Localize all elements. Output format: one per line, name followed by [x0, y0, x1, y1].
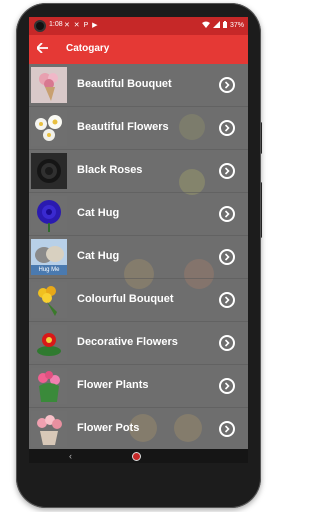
- hug-me-caption: Hug Me: [31, 265, 67, 275]
- category-row[interactable]: Beautiful Flowers: [29, 107, 248, 150]
- category-label: Beautiful Bouquet: [77, 78, 172, 90]
- chevron-right-icon[interactable]: [219, 335, 235, 351]
- category-row[interactable]: Beautiful Bouquet: [29, 64, 248, 107]
- chevron-right-icon[interactable]: [219, 421, 235, 437]
- signal-icon: [212, 21, 220, 30]
- battery-percent: 37%: [229, 22, 244, 29]
- system-nav-bar: ‹: [29, 449, 248, 463]
- back-arrow-icon[interactable]: [35, 39, 48, 59]
- chevron-right-icon[interactable]: [219, 120, 235, 136]
- category-label: Cat Hug: [77, 250, 120, 262]
- pink-bouquet-icon: [31, 67, 67, 103]
- red-flowers-icon: [31, 325, 67, 361]
- black-rose-icon: [31, 153, 67, 189]
- category-label: Flower Pots: [77, 422, 140, 434]
- category-row[interactable]: Colourful Bouquet: [29, 279, 248, 322]
- front-camera: [34, 20, 46, 32]
- category-label: Decorative Flowers: [77, 336, 178, 348]
- chevron-right-icon[interactable]: [219, 163, 235, 179]
- notification-icons: ✕ ✕ P ▶: [64, 22, 99, 29]
- chevron-right-icon[interactable]: [219, 206, 235, 222]
- wifi-icon: [201, 21, 210, 30]
- battery-icon: [222, 21, 227, 30]
- category-row[interactable]: Black Roses: [29, 150, 248, 193]
- nav-back-icon[interactable]: ‹: [69, 449, 72, 463]
- category-row[interactable]: Cat Hug: [29, 193, 248, 236]
- chevron-right-icon[interactable]: [219, 249, 235, 265]
- category-label: Black Roses: [77, 164, 143, 176]
- flower-plant-icon: [31, 368, 67, 404]
- page-title: Catogary: [66, 43, 110, 54]
- blue-rose-icon: [31, 196, 67, 232]
- chevron-right-icon[interactable]: [219, 77, 235, 93]
- flower-pot-icon: [31, 411, 67, 447]
- screen: 1:08 ✕ ✕ P ▶ 37% Catogary Beautiful Bouq…: [29, 17, 248, 463]
- chevron-right-icon[interactable]: [219, 378, 235, 394]
- category-label: Cat Hug: [77, 207, 120, 219]
- hug-me-cat-icon: Hug Me: [31, 239, 67, 275]
- status-bar: 1:08 ✕ ✕ P ▶ 37%: [29, 17, 248, 35]
- category-row[interactable]: Flower Plants: [29, 365, 248, 408]
- cat-image: [31, 239, 67, 265]
- yellow-bouquet-icon: [31, 282, 67, 318]
- category-list[interactable]: Beautiful Bouquet Beautiful Flowers Blac…: [29, 64, 248, 451]
- app-bar: Catogary: [29, 35, 248, 64]
- nav-home-icon[interactable]: [132, 452, 141, 461]
- category-row[interactable]: Decorative Flowers: [29, 322, 248, 365]
- category-label: Flower Plants: [77, 379, 149, 391]
- category-label: Beautiful Flowers: [77, 121, 169, 133]
- white-flowers-icon: [31, 110, 67, 146]
- status-time: 1:08: [49, 21, 63, 28]
- category-row[interactable]: Flower Pots: [29, 408, 248, 451]
- category-label: Colourful Bouquet: [77, 293, 174, 305]
- category-row[interactable]: Hug Me Cat Hug: [29, 236, 248, 279]
- status-right-group: 37%: [201, 21, 244, 30]
- chevron-right-icon[interactable]: [219, 292, 235, 308]
